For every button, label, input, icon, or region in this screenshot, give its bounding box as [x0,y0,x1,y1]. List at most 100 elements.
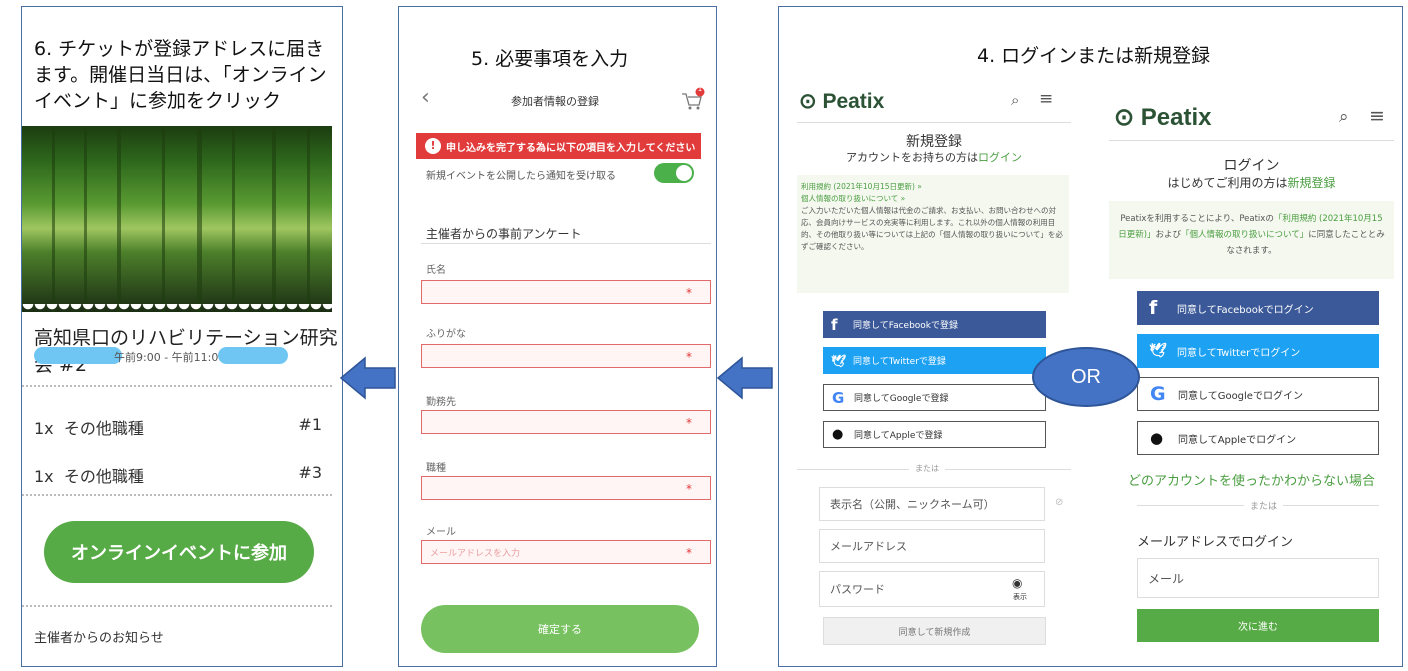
google-icon: G [1150,383,1166,405]
required-mark: * [686,416,692,430]
google-signup-button[interactable]: G 同意してGoogleで登録 [823,384,1046,411]
google-login-button[interactable]: G 同意してGoogleでログイン [1137,377,1379,411]
ticket-qty: 1x [34,467,54,486]
required-mark: * [686,546,692,560]
email-input[interactable]: メールアドレス [819,529,1045,563]
signup-heading: 新規登録 [906,134,962,150]
ticket-row: 1x その他職種 #1 [34,415,322,439]
field-label-email: メール [426,527,456,538]
facebook-login-button[interactable]: f 同意してFacebookでログイン [1137,291,1379,325]
password-input[interactable]: パスワード ◉ 表示 [819,571,1045,607]
subheading-text: はじめてご利用の方は [1167,176,1288,190]
email-field[interactable]: メールアドレスを入力 * [421,540,711,564]
event-time: 午前9:00 - 午前11:00 | [114,351,233,364]
or-divider: または [1244,499,1284,512]
login-heading: ログイン [1223,158,1280,174]
screen-title: 参加者情報の登録 [511,95,599,108]
twitter-icon: 🕊 [1149,343,1167,359]
apple-login-button[interactable]: ● 同意してAppleでログイン [1137,421,1379,455]
step6-title-line1: 6. チケットが登録アドレスに届き [34,38,325,60]
apple-signup-button[interactable]: ● 同意してAppleで登録 [823,421,1046,448]
password-placeholder: パスワード [830,583,885,596]
name-field[interactable]: * [421,280,711,304]
peatix-logo[interactable]: ⊙ Peatix [1114,103,1212,132]
menu-icon[interactable]: ≡ [1369,105,1385,127]
apple-icon: ● [1150,429,1164,447]
field-label-occupation: 職種 [426,463,446,474]
furigana-field[interactable]: * [421,344,711,368]
join-online-event-button[interactable]: オンラインイベントに参加 [44,521,314,583]
required-mark: * [686,286,692,300]
button-label: 同意してAppleで登録 [854,431,943,441]
peatix-logo[interactable]: ⊙ Peatix [799,89,884,114]
divider [421,243,711,244]
display-name-input[interactable]: 表示名（公開、ニックネーム可） [819,487,1045,521]
show-password-label: 表示 [1013,593,1027,601]
facebook-icon: f [1149,297,1158,319]
ticket-qty: 1x [34,419,54,438]
login-terms-box: Peatixを利用することにより、Peatixの「利用規約 (2021年10月1… [1109,201,1394,279]
signup-subheading: アカウントをお持ちの方はログイン [779,149,1089,165]
step5-title: 5. 必要事項を入力 [471,48,629,70]
logo-text: Peatix [1140,104,1212,131]
divider [797,122,1071,123]
search-icon[interactable]: ⌕ [1339,107,1349,127]
ticket-type: その他職種 [63,467,144,486]
or-divider: または [909,463,945,474]
terms-box: 利用規約 (2021年10月15日更新) » 個人情報の取り扱いについて » ご… [797,175,1069,293]
facebook-signup-button[interactable]: f 同意してFacebookで登録 [823,311,1046,338]
eye-icon[interactable]: ◉ [1012,576,1022,590]
login-signup-panel: 4. ログインまたは新規登録 ⊙ Peatix ⌕ ≡ 新規登録 アカウントをお… [778,6,1403,667]
organizer-notice-link[interactable]: 主催者からのお知らせ [34,627,164,646]
button-label: 同意してFacebookでログイン [1177,304,1314,316]
create-account-button[interactable]: 同意して新規作成 [823,617,1046,645]
ticket-number: #3 [298,463,322,482]
divider [22,385,332,387]
divider [22,605,332,607]
privacy-link[interactable]: 「個人情報の取り扱いについて」 [1181,230,1308,240]
notify-toggle[interactable] [654,163,694,183]
event-cover-image [22,126,332,312]
email-placeholder: メールアドレスを入力 [430,549,521,559]
registration-form-panel: 5. 必要事項を入力 ‹ 参加者情報の登録 1 ! 申し込みを完了する為に以下の… [398,6,717,667]
occupation-field[interactable]: * [421,476,711,500]
twitter-signup-button[interactable]: 🕊 同意してTwitterで登録 [823,347,1046,374]
back-chevron-icon[interactable]: ‹ [421,85,430,110]
workplace-field[interactable]: * [421,410,711,434]
ticket-type: その他職種 [63,419,144,438]
field-label-workplace: 勤務先 [426,397,456,408]
login-link[interactable]: ログイン [978,151,1022,164]
confirm-button[interactable]: 確定する [421,605,699,653]
email-login-label: メールアドレスでログイン [1137,535,1294,550]
field-label-furigana: ふりがな [426,329,466,340]
cart-badge: 1 [697,85,703,93]
twitter-icon: 🕊 [831,353,847,368]
step6-title-line3: イベント」に参加をクリック [34,90,282,112]
terms-link[interactable]: 利用規約 (2021年10月15日更新) » [801,181,1065,193]
button-label: 同意してTwitterでログイン [1177,347,1301,359]
button-label: 同意してGoogleで登録 [854,394,949,404]
next-button[interactable]: 次に進む [1137,609,1379,642]
required-mark: * [686,482,692,496]
left-arrow-icon [339,356,396,400]
notify-label: 新規イベントを公開したら通知を受け取る [426,171,616,182]
search-icon[interactable]: ⌕ [1011,91,1019,109]
twitter-login-button[interactable]: 🕊 同意してTwitterでログイン [1137,334,1379,368]
logo-text: Peatix [822,90,885,113]
login-email-input[interactable]: メール [1137,558,1379,598]
apple-icon: ● [832,427,844,442]
button-label: 同意してGoogleでログイン [1178,390,1303,402]
required-mark: * [686,350,692,364]
menu-icon[interactable]: ≡ [1039,89,1053,109]
ticket-number: #1 [298,415,322,434]
button-label: 同意してAppleでログイン [1178,434,1297,446]
info-icon[interactable]: ⊘ [1055,497,1063,508]
privacy-link[interactable]: 個人情報の取り扱いについて » [801,193,1065,205]
ticket-panel: 6. チケットが登録アドレスに届き ます。開催日当日は、「オンライン イベント」… [21,6,343,667]
left-arrow-icon [716,356,773,400]
login-subheading: はじめてご利用の方は新規登録 [1109,174,1394,191]
signup-link[interactable]: 新規登録 [1288,176,1336,190]
divider [1109,140,1394,141]
error-banner: ! 申し込みを完了する為に以下の項目を入力してください [416,133,701,159]
unknown-account-link[interactable]: どのアカウントを使ったかわからない場合 [1109,470,1394,489]
